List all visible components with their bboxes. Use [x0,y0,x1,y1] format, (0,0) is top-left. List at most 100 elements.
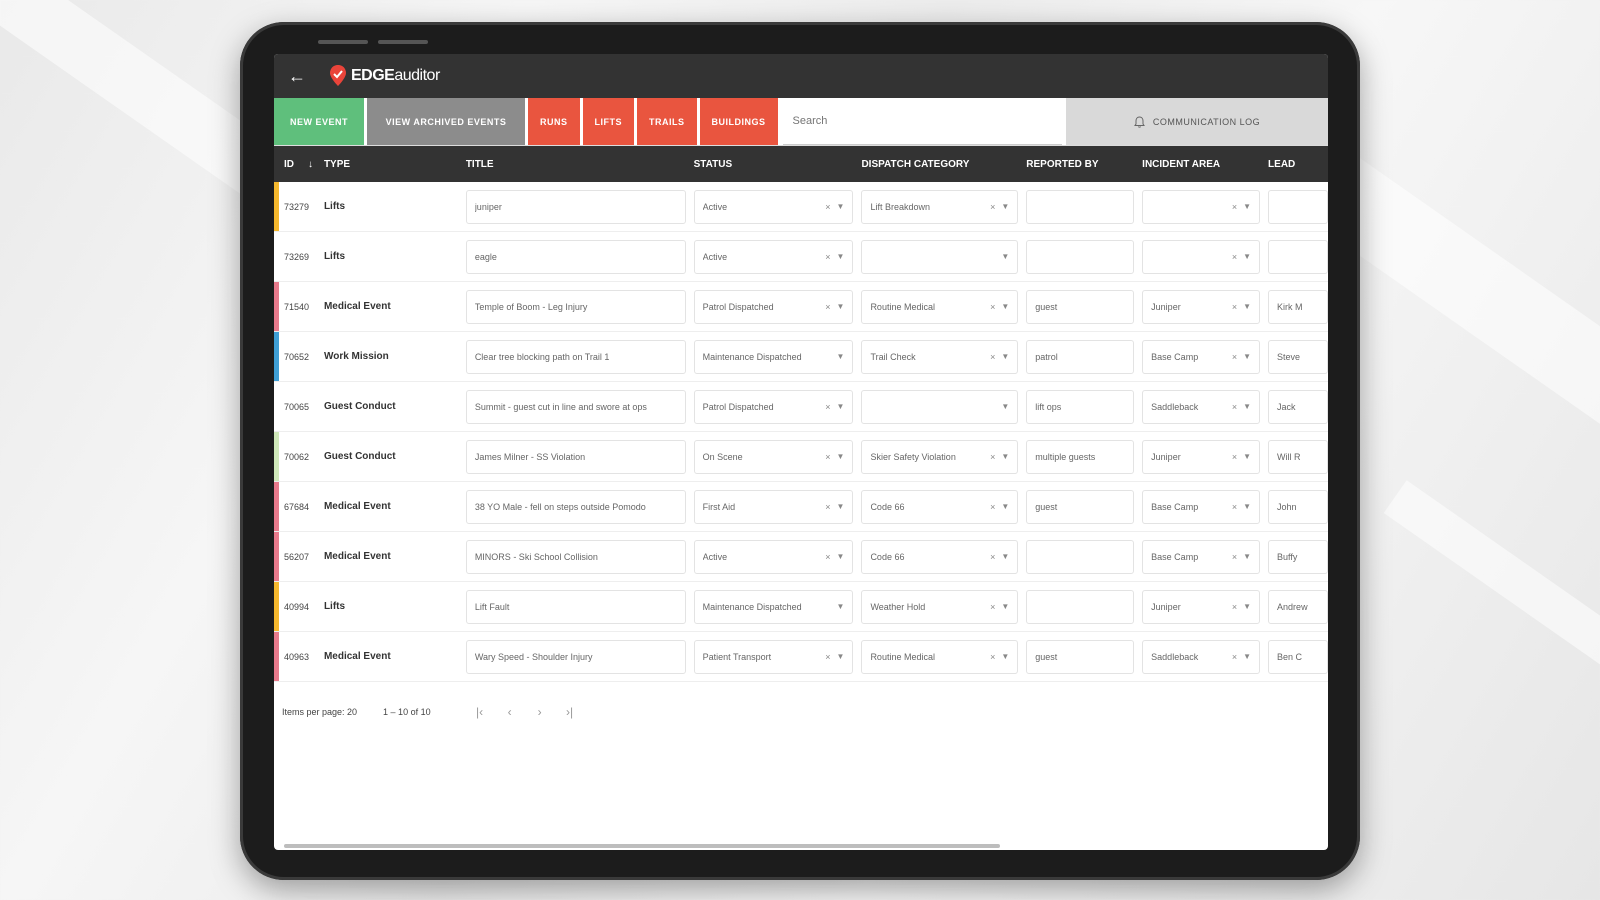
next-page-icon[interactable]: › [525,705,555,719]
status-select[interactable]: Active × ▼ [693,239,854,274]
title-field[interactable]: MINORS - Ski School Collision [465,539,686,574]
clear-icon[interactable]: × [990,552,995,562]
status-select[interactable]: Patient Transport × ▼ [693,639,854,674]
incident-area-select[interactable]: Base Camp × ▼ [1142,489,1261,524]
dropdown-icon[interactable]: ▼ [1001,552,1009,561]
back-arrow-icon[interactable]: ← [286,66,308,87]
dropdown-icon[interactable]: ▼ [1001,202,1009,211]
dropdown-icon[interactable]: ▼ [1243,652,1251,661]
status-select[interactable]: Maintenance Dispatched ▼ [693,339,854,374]
dropdown-icon[interactable]: ▼ [837,402,845,411]
dropdown-icon[interactable]: ▼ [1001,302,1009,311]
clear-icon[interactable]: × [1232,202,1237,212]
dropdown-icon[interactable]: ▼ [837,602,845,611]
incident-area-select[interactable]: Saddleback × ▼ [1142,639,1261,674]
lead-field[interactable]: John [1268,489,1328,524]
lead-field[interactable]: Will R [1268,439,1328,474]
title-field[interactable]: eagle [465,239,686,274]
header-type[interactable]: TYPE [324,159,466,170]
clear-icon[interactable]: × [1232,402,1237,412]
reported-by-field[interactable]: guest [1026,289,1135,324]
reported-by-field[interactable]: guest [1026,639,1135,674]
dropdown-icon[interactable]: ▼ [1243,502,1251,511]
header-title[interactable]: TITLE [466,159,694,170]
clear-icon[interactable]: × [1232,502,1237,512]
incident-area-select[interactable]: Base Camp × ▼ [1142,339,1261,374]
clear-icon[interactable]: × [1232,452,1237,462]
dropdown-icon[interactable]: ▼ [1001,452,1009,461]
dropdown-icon[interactable]: ▼ [837,352,845,361]
title-field[interactable]: juniper [465,189,686,224]
status-select[interactable]: Patrol Dispatched × ▼ [693,289,854,324]
clear-icon[interactable]: × [990,652,995,662]
dropdown-icon[interactable]: ▼ [837,502,845,511]
clear-icon[interactable]: × [825,552,830,562]
reported-by-field[interactable] [1026,539,1135,574]
dispatch-category-select[interactable]: ▼ [861,389,1019,424]
dropdown-icon[interactable]: ▼ [837,252,845,261]
reported-by-field[interactable]: patrol [1026,339,1135,374]
header-dispatch-category[interactable]: DISPATCH CATEGORY [861,159,1026,170]
dispatch-category-select[interactable]: Weather Hold × ▼ [861,589,1019,624]
dropdown-icon[interactable]: ▼ [1243,402,1251,411]
clear-icon[interactable]: × [825,202,830,212]
clear-icon[interactable]: × [825,652,830,662]
incident-area-select[interactable]: Base Camp × ▼ [1142,539,1261,574]
search-input[interactable] [782,98,1062,145]
clear-icon[interactable]: × [825,452,830,462]
clear-icon[interactable]: × [990,202,995,212]
dispatch-category-select[interactable]: Routine Medical × ▼ [861,289,1019,324]
reported-by-field[interactable] [1026,589,1135,624]
clear-icon[interactable]: × [825,252,830,262]
header-incident-area[interactable]: INCIDENT AREA [1142,159,1268,170]
prev-page-icon[interactable]: ‹ [495,705,525,719]
title-field[interactable]: Clear tree blocking path on Trail 1 [465,339,686,374]
clear-icon[interactable]: × [825,502,830,512]
status-select[interactable]: First Aid × ▼ [693,489,854,524]
dispatch-category-select[interactable]: Lift Breakdown × ▼ [861,189,1019,224]
incident-area-select[interactable]: Saddleback × ▼ [1142,389,1261,424]
dispatch-category-select[interactable]: Code 66 × ▼ [861,539,1019,574]
dropdown-icon[interactable]: ▼ [1001,502,1009,511]
clear-icon[interactable]: × [825,402,830,412]
dropdown-icon[interactable]: ▼ [1001,602,1009,611]
dropdown-icon[interactable]: ▼ [1001,402,1009,411]
clear-icon[interactable]: × [1232,552,1237,562]
clear-icon[interactable]: × [1232,352,1237,362]
table-row[interactable]: 71540 Medical Event Temple of Boom - Leg… [274,282,1328,332]
title-field[interactable]: Summit - guest cut in line and swore at … [465,389,686,424]
buildings-button[interactable]: BUILDINGS [699,98,778,145]
table-row[interactable]: 73269 Lifts eagle Active × ▼ ▼ × ▼ [274,232,1328,282]
clear-icon[interactable]: × [990,502,995,512]
table-row[interactable]: 40994 Lifts Lift Fault Maintenance Dispa… [274,582,1328,632]
table-row[interactable]: 70065 Guest Conduct Summit - guest cut i… [274,382,1328,432]
table-row[interactable]: 56207 Medical Event MINORS - Ski School … [274,532,1328,582]
title-field[interactable]: Lift Fault [465,589,686,624]
clear-icon[interactable]: × [1232,302,1237,312]
header-status[interactable]: STATUS [694,159,862,170]
dropdown-icon[interactable]: ▼ [1243,602,1251,611]
status-select[interactable]: On Scene × ▼ [693,439,854,474]
lead-field[interactable] [1268,189,1328,224]
lead-field[interactable] [1268,239,1328,274]
clear-icon[interactable]: × [1232,602,1237,612]
clear-icon[interactable]: × [990,302,995,312]
dropdown-icon[interactable]: ▼ [1243,552,1251,561]
reported-by-field[interactable] [1026,189,1135,224]
sort-arrow-icon[interactable]: ↓ [308,159,313,170]
dropdown-icon[interactable]: ▼ [1001,352,1009,361]
status-select[interactable]: Active × ▼ [693,189,854,224]
table-row[interactable]: 40963 Medical Event Wary Speed - Shoulde… [274,632,1328,682]
dropdown-icon[interactable]: ▼ [837,302,845,311]
header-lead[interactable]: LEAD [1268,159,1328,170]
status-select[interactable]: Patrol Dispatched × ▼ [693,389,854,424]
title-field[interactable]: James Milner - SS Violation [465,439,686,474]
first-page-icon[interactable]: |‹ [465,705,495,719]
table-row[interactable]: 70652 Work Mission Clear tree blocking p… [274,332,1328,382]
title-field[interactable]: Temple of Boom - Leg Injury [465,289,686,324]
dropdown-icon[interactable]: ▼ [1001,252,1009,261]
clear-icon[interactable]: × [825,302,830,312]
lead-field[interactable]: Kirk M [1268,289,1328,324]
lead-field[interactable]: Steve [1268,339,1328,374]
dispatch-category-select[interactable]: Routine Medical × ▼ [861,639,1019,674]
